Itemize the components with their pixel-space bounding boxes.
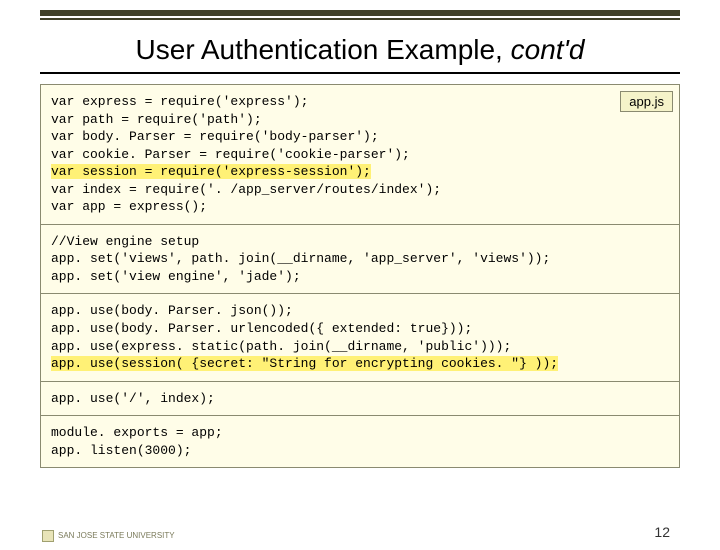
- code-highlight: app. use(session( {secret: "String for e…: [51, 356, 558, 371]
- code-text: var index = require('. /app_server/route…: [51, 182, 441, 215]
- title-main: User Authentication Example,: [136, 34, 511, 65]
- university-logo: SAN JOSE STATE UNIVERSITY: [42, 530, 175, 542]
- code-block-1: var express = require('express'); var pa…: [51, 93, 669, 216]
- filename-badge: app.js: [620, 91, 673, 112]
- code-highlight: var session = require('express-session')…: [51, 164, 371, 179]
- separator: [41, 415, 679, 416]
- decor-bar-thin: [40, 18, 680, 20]
- code-block-2: //View engine setup app. set('views', pa…: [51, 233, 669, 286]
- slide-title: User Authentication Example, cont'd: [40, 34, 680, 66]
- code-block-5: module. exports = app; app. listen(3000)…: [51, 424, 669, 459]
- page-number: 12: [654, 524, 670, 540]
- title-italic: cont'd: [511, 34, 585, 65]
- code-container: app.js var express = require('express');…: [40, 84, 680, 468]
- logo-text: SAN JOSE STATE UNIVERSITY: [58, 531, 175, 540]
- separator: [41, 381, 679, 382]
- code-text: app. use(body. Parser. json()); app. use…: [51, 303, 511, 353]
- code-text: var express = require('express'); var pa…: [51, 94, 410, 162]
- separator: [41, 293, 679, 294]
- code-block-4: app. use('/', index);: [51, 390, 669, 408]
- decor-bar-thick: [40, 10, 680, 16]
- logo-icon: [42, 530, 54, 542]
- title-underline: [40, 72, 680, 74]
- code-block-3: app. use(body. Parser. json()); app. use…: [51, 302, 669, 372]
- separator: [41, 224, 679, 225]
